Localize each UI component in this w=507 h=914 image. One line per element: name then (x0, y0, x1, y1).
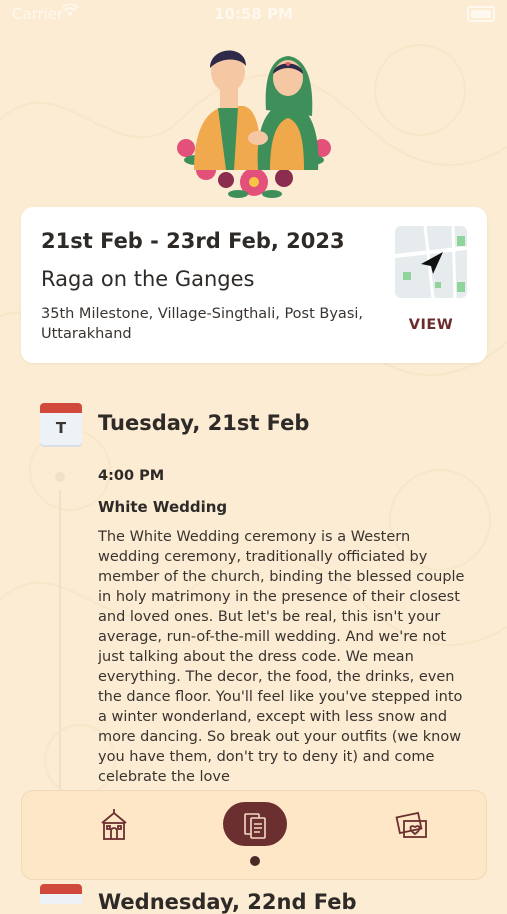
status-bar: Carrier 10:58 PM (0, 0, 507, 28)
calendar-icon: T (40, 403, 82, 447)
calendar-icon (40, 884, 82, 904)
day-header: T Tuesday, 21st Feb (40, 401, 480, 447)
next-day-title: Wednesday, 22nd Feb (98, 890, 357, 914)
day-title: Tuesday, 21st Feb (98, 411, 310, 435)
photo-gallery-icon (395, 811, 427, 838)
view-map-button[interactable]: VIEW (395, 317, 467, 333)
event-date-range: 21st Feb - 23rd Feb, 2023 (41, 229, 345, 253)
schedule-item-time: 4:00 PM (98, 468, 165, 484)
battery-icon (467, 6, 495, 22)
timeline-line (59, 490, 61, 790)
timeline-dot (55, 472, 65, 482)
bottom-navigation (21, 790, 487, 880)
event-address: 35th Milestone, Village-Singthali, Post … (41, 306, 364, 342)
schedule-item-description: The White Wedding ceremony is a Western … (98, 529, 465, 785)
itinerary-icon (244, 813, 266, 839)
event-name: Raga on the Ganges (41, 267, 255, 291)
itinerary-nav-button[interactable] (223, 802, 287, 846)
map-thumbnail[interactable] (395, 226, 467, 298)
home-nav-button[interactable] (84, 803, 144, 847)
active-tab-indicator (250, 856, 260, 866)
calendar-day-letter: T (55, 419, 67, 437)
couple-illustration (177, 50, 331, 198)
home-icon (101, 809, 127, 840)
gallery-nav-button[interactable] (382, 803, 442, 847)
clock: 10:58 PM (214, 5, 293, 23)
schedule-item-title: White Wedding (98, 498, 228, 516)
event-card: 21st Feb - 23rd Feb, 2023 Raga on the Ga… (21, 207, 487, 363)
